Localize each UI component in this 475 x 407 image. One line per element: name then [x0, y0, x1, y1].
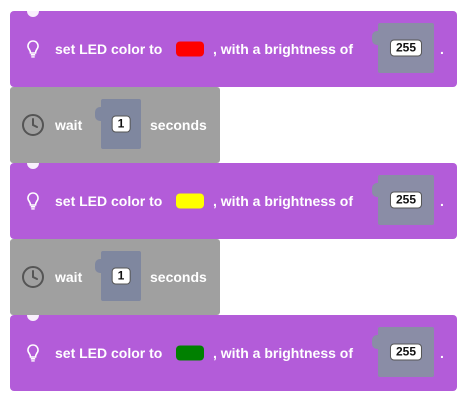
block-label-suffix: .: [440, 345, 444, 361]
lightbulb-icon: [27, 192, 39, 210]
set-led-color-block-3[interactable]: set LED color to , with a brightness of …: [10, 315, 457, 391]
block-label-mid: , with a brightness of: [213, 193, 354, 209]
block-label-mid: , with a brightness of: [213, 41, 354, 57]
brightness-slot: 255: [372, 175, 434, 225]
block-label-prefix: set LED color to: [55, 41, 163, 57]
brightness-slot: 255: [372, 327, 434, 377]
slot-tab: [372, 183, 380, 197]
led-color-swatch-yellow[interactable]: [176, 193, 204, 209]
set-led-color-block-2[interactable]: set LED color to , with a brightness of …: [10, 163, 457, 239]
wait-seconds-input[interactable]: 1: [111, 115, 131, 133]
block-label-suffix: .: [440, 41, 444, 57]
seconds-label: seconds: [150, 117, 207, 133]
block-workspace: set LED color to , with a brightness of …: [0, 0, 475, 407]
led-color-swatch-green[interactable]: [176, 345, 204, 361]
led-color-swatch-red[interactable]: [176, 41, 204, 57]
slot-tab: [95, 259, 103, 273]
brightness-input[interactable]: 255: [389, 39, 423, 57]
block-label-prefix: set LED color to: [55, 193, 163, 209]
clock-icon: [22, 266, 44, 288]
wait-label: wait: [55, 117, 83, 133]
wait-label: wait: [55, 269, 83, 285]
lightbulb-icon: [27, 344, 39, 362]
lightbulb-icon: [27, 40, 39, 58]
block-label-mid: , with a brightness of: [213, 345, 354, 361]
block-notch: [27, 11, 39, 17]
wait-value-slot: 1: [95, 251, 141, 301]
wait-block-2[interactable]: wait 1 seconds: [10, 239, 220, 315]
slot-tab: [95, 107, 103, 121]
brightness-input[interactable]: 255: [389, 343, 423, 361]
wait-seconds-input[interactable]: 1: [111, 267, 131, 285]
block-label-prefix: set LED color to: [55, 345, 163, 361]
seconds-label: seconds: [150, 269, 207, 285]
brightness-input[interactable]: 255: [389, 191, 423, 209]
wait-block-1[interactable]: wait 1 seconds: [10, 87, 220, 163]
slot-tab: [372, 335, 380, 349]
block-notch: [27, 315, 39, 321]
brightness-slot: 255: [372, 23, 434, 73]
slot-tab: [372, 31, 380, 45]
wait-value-slot: 1: [95, 99, 141, 149]
block-label-suffix: .: [440, 193, 444, 209]
set-led-color-block-1[interactable]: set LED color to , with a brightness of …: [10, 11, 457, 87]
clock-icon: [22, 114, 44, 136]
block-notch: [27, 163, 39, 169]
